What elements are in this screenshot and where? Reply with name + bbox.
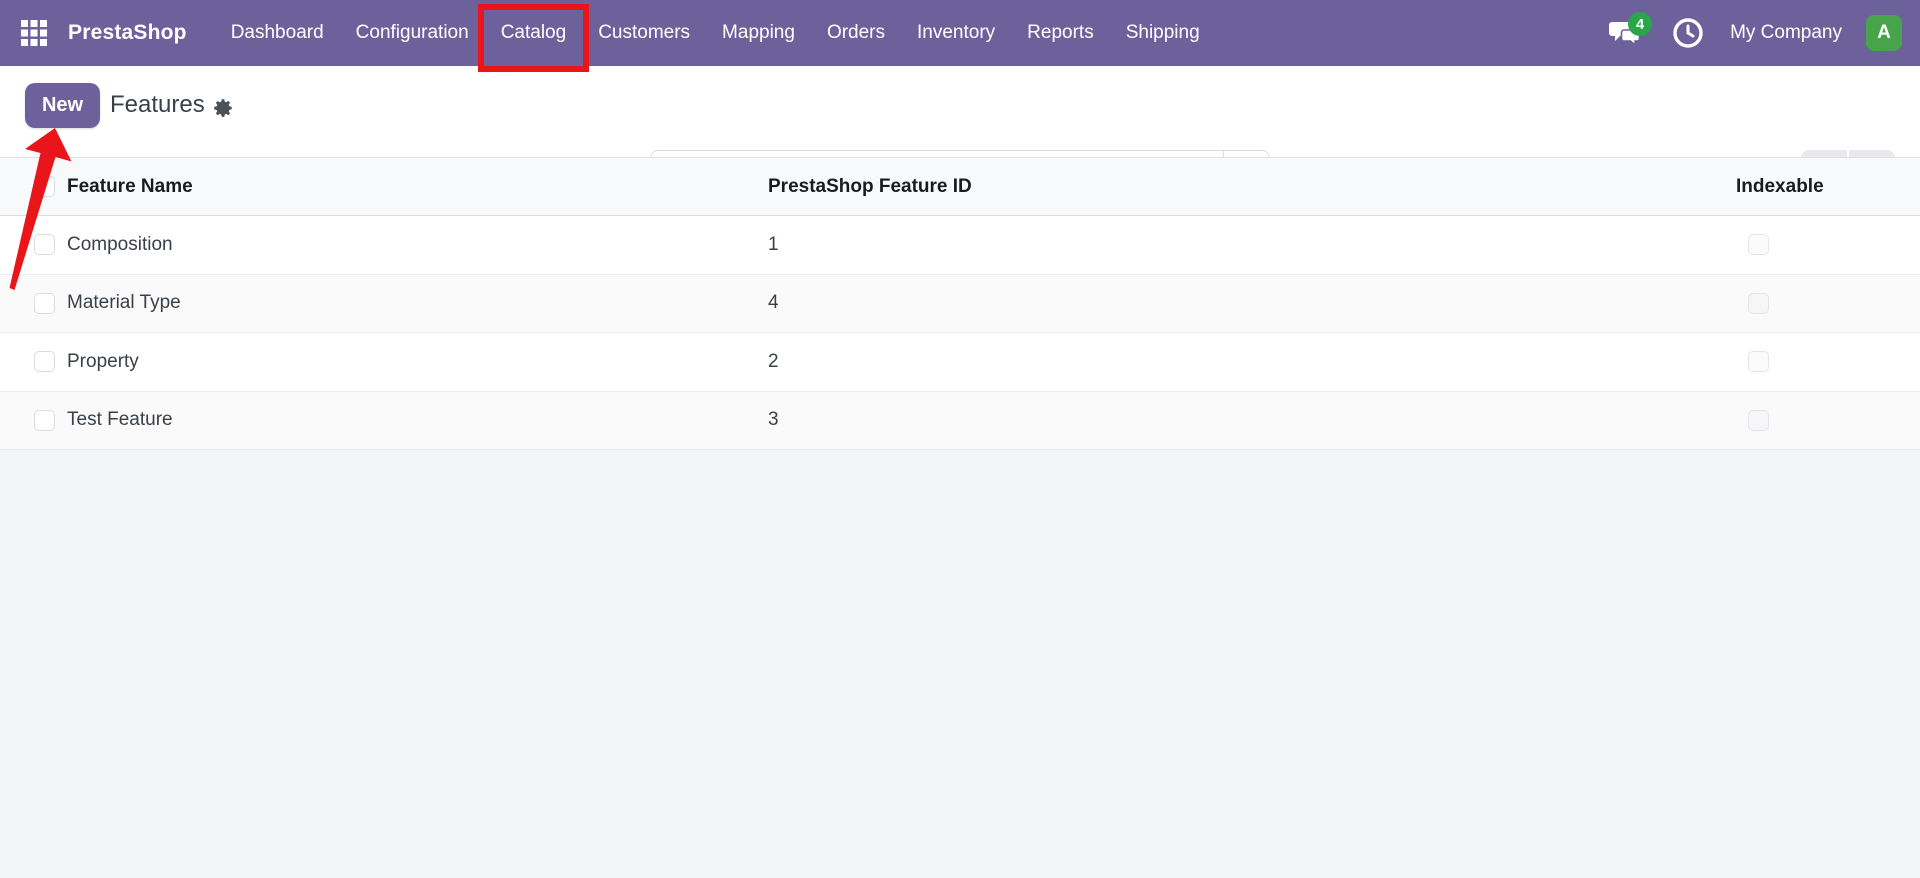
nav-item-label: Inventory: [917, 22, 996, 43]
cell-prestashop-feature-id: 1: [768, 233, 779, 255]
row-select-checkbox[interactable]: [34, 409, 55, 431]
nav-item-label: Mapping: [722, 22, 795, 43]
control-panel: New Features Search... 1-4 / 4: [0, 66, 1920, 199]
nav-item-label: Reports: [1027, 22, 1094, 43]
select-all-checkbox[interactable]: [34, 176, 55, 197]
nav-item-inventory[interactable]: Inventory: [901, 0, 1011, 66]
nav-item-label: Dashboard: [230, 22, 324, 43]
messages-button[interactable]: 4: [1606, 12, 1653, 53]
indexable-checkbox: [1748, 292, 1769, 314]
nav-item-label: Shipping: [1125, 22, 1200, 43]
row-select-checkbox[interactable]: [34, 234, 55, 256]
activities-button[interactable]: [1670, 15, 1706, 51]
clock-icon: [1673, 18, 1703, 48]
top-navbar: PrestaShop Dashboard Configuration Catalog…: [0, 0, 1920, 72]
cell-prestashop-feature-id: 2: [768, 350, 779, 372]
features-list: Feature Name PrestaShop Feature ID Index…: [0, 157, 1920, 450]
cell-feature-name: Composition: [67, 233, 173, 255]
indexable-checkbox: [1748, 351, 1769, 373]
nav-menu: Dashboard Configuration Catalog Customers Ma…: [215, 0, 1216, 72]
grid-icon: [21, 20, 47, 46]
messages-badge: 4: [1628, 12, 1653, 36]
cell-feature-name: Test Feature: [67, 409, 173, 431]
indexable-checkbox: [1748, 409, 1769, 431]
table-row[interactable]: Test Feature 3: [0, 391, 1920, 450]
nav-item-configuration[interactable]: Configuration: [340, 0, 485, 66]
cell-prestashop-feature-id: 3: [768, 409, 779, 431]
nav-item-catalog[interactable]: Catalog: [477, 0, 590, 72]
nav-item-orders[interactable]: Orders: [811, 0, 901, 66]
nav-item-shipping[interactable]: Shipping: [1110, 0, 1216, 66]
company-switcher[interactable]: My Company: [1730, 22, 1842, 44]
column-header-prestashop-feature-id[interactable]: PrestaShop Feature ID: [768, 176, 1700, 198]
table-header-row: Feature Name PrestaShop Feature ID Index…: [0, 157, 1920, 216]
row-select-checkbox[interactable]: [34, 351, 55, 373]
table-row[interactable]: Composition 1: [0, 216, 1920, 275]
user-avatar[interactable]: A: [1866, 15, 1902, 51]
new-button[interactable]: New: [25, 83, 100, 128]
page-title: Features: [110, 91, 205, 118]
column-header-indexable[interactable]: Indexable: [1700, 176, 1920, 198]
cell-feature-name: Property: [67, 350, 139, 372]
nav-item-label: Orders: [826, 22, 886, 43]
cell-feature-name: Material Type: [67, 292, 181, 314]
nav-item-dashboard[interactable]: Dashboard: [215, 0, 340, 66]
navbar-right: 4 My Company A: [1606, 12, 1902, 53]
nav-item-reports[interactable]: Reports: [1011, 0, 1110, 66]
nav-item-customers[interactable]: Customers: [582, 0, 706, 66]
table-row[interactable]: Property 2: [0, 333, 1920, 392]
nav-item-label: Catalog: [500, 22, 567, 43]
table-body: Composition 1 Material Type 4 Property 2 Test …: [0, 216, 1920, 450]
nav-item-label: Configuration: [355, 22, 469, 43]
row-select-checkbox[interactable]: [34, 292, 55, 314]
app-brand[interactable]: PrestaShop: [68, 21, 187, 45]
nav-item-label: Customers: [598, 22, 691, 43]
apps-grid-icon[interactable]: [14, 13, 54, 53]
actions-gear-icon[interactable]: [212, 97, 234, 119]
column-header-feature-name[interactable]: Feature Name: [67, 176, 768, 198]
indexable-checkbox: [1748, 234, 1769, 256]
cell-prestashop-feature-id: 4: [768, 292, 779, 314]
nav-item-mapping[interactable]: Mapping: [706, 0, 811, 66]
table-row[interactable]: Material Type 4: [0, 274, 1920, 333]
